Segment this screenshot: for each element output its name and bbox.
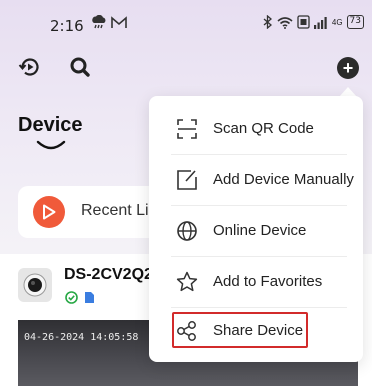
share-device-highlight [172, 312, 308, 348]
menu-item-scan-qr-code[interactable]: Scan QR Code [149, 104, 363, 154]
star-icon [176, 271, 198, 292]
mail-icon [111, 15, 127, 28]
device-name[interactable]: DS-2CV2Q2 [64, 266, 153, 284]
menu-item-online-device[interactable]: Online Device [149, 206, 363, 256]
menu-item-add-device-manually[interactable]: Add Device Manually [149, 155, 363, 205]
status-notification-icons [90, 15, 127, 29]
history-icon[interactable] [18, 55, 42, 79]
menu-item-label: Add Device Manually [213, 171, 354, 188]
globe-icon [177, 221, 197, 241]
plus-icon: + [342, 58, 354, 78]
search-icon[interactable] [68, 55, 92, 79]
menu-item-label: Scan QR Code [213, 120, 314, 137]
page-title: Device [18, 114, 83, 136]
wifi-icon [277, 16, 293, 29]
title-underline-smile-icon [36, 140, 66, 150]
scan-qr-icon [177, 119, 197, 139]
cloud-rain-icon [92, 15, 106, 29]
menu-item-add-to-favorites[interactable]: Add to Favorites [149, 257, 363, 307]
online-check-icon [65, 291, 78, 304]
play-icon [33, 196, 65, 228]
edit-icon [177, 170, 197, 190]
menu-item-label: Online Device [213, 222, 307, 239]
device-thumbnail[interactable] [18, 268, 52, 302]
status-bar: 2:16 4G 73 [0, 0, 372, 44]
sim-card-icon [297, 15, 310, 29]
device-status [65, 291, 95, 304]
status-system-icons: 4G 73 [263, 15, 364, 29]
preview-timestamp: 04-26-2024 14:05:58 [24, 332, 139, 343]
recent-live-label: Recent Li [81, 202, 149, 219]
bluetooth-icon [263, 15, 272, 29]
menu-item-label: Add to Favorites [213, 273, 323, 290]
camera-icon [23, 273, 47, 297]
sd-card-icon [85, 292, 94, 303]
network-type-label: 4G [331, 17, 343, 27]
battery-indicator: 73 [346, 15, 364, 29]
status-time: 2:16 [50, 17, 84, 35]
add-button[interactable]: + [337, 57, 359, 79]
signal-icon [313, 16, 327, 29]
